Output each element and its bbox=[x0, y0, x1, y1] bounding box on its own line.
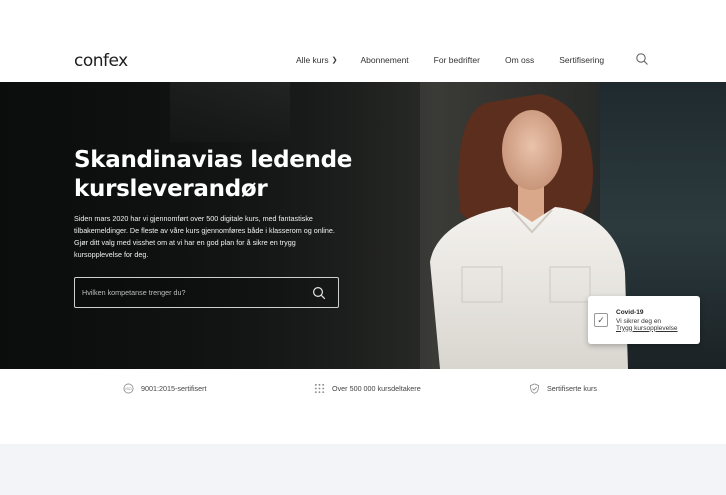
feature-label: Sertifiserte kurs bbox=[547, 384, 597, 393]
checkmark-icon: ✓ bbox=[594, 313, 608, 327]
top-spacer bbox=[0, 0, 726, 42]
main-nav: Alle kurs ❯ Abonnement For bedrifter Om o… bbox=[296, 55, 604, 65]
nav-label: Alle kurs bbox=[296, 55, 329, 65]
covid-title: Covid-19 bbox=[616, 308, 644, 316]
feature-participants: Over 500 000 kursdeltakere bbox=[314, 383, 421, 394]
people-grid-icon bbox=[314, 383, 325, 394]
nav-item-om-oss[interactable]: Om oss bbox=[505, 55, 534, 65]
covid-text: Covid-19 Vi sikrer deg en Trygg kursoppl… bbox=[616, 309, 678, 332]
nav-item-alle-kurs[interactable]: Alle kurs ❯ bbox=[296, 55, 337, 65]
svg-text:ISO: ISO bbox=[125, 387, 131, 391]
iso-badge-icon: ISO bbox=[123, 383, 134, 394]
covid-line: Vi sikrer deg en bbox=[616, 317, 662, 325]
search-icon[interactable] bbox=[635, 52, 649, 66]
logo[interactable]: confex bbox=[74, 51, 128, 71]
feature-iso: ISO 9001:2015-sertifisert bbox=[123, 383, 207, 394]
nav-item-for-bedrifter[interactable]: For bedrifter bbox=[434, 55, 480, 65]
search-icon[interactable] bbox=[312, 286, 326, 300]
feature-certified: Sertifiserte kurs bbox=[529, 383, 597, 394]
nav-item-abonnement[interactable]: Abonnement bbox=[360, 55, 408, 65]
navbar: confex Alle kurs ❯ Abonnement For bedrift… bbox=[0, 42, 726, 82]
covid-info-card[interactable]: ✓ Covid-19 Vi sikrer deg en Trygg kursop… bbox=[588, 296, 700, 344]
shield-check-icon bbox=[529, 383, 540, 394]
feature-label: Over 500 000 kursdeltakere bbox=[332, 384, 421, 393]
features-bar: ISO 9001:2015-sertifisert Over 500 000 k… bbox=[0, 369, 726, 409]
course-search-input[interactable] bbox=[82, 288, 302, 297]
next-section-band bbox=[0, 444, 726, 495]
feature-label: 9001:2015-sertifisert bbox=[141, 384, 207, 393]
hero-title: Skandinavias ledende kursleverandør bbox=[74, 147, 353, 202]
nav-item-sertifisering[interactable]: Sertifisering bbox=[559, 55, 604, 65]
covid-link[interactable]: Trygg kursopplevelse bbox=[616, 325, 678, 332]
chevron-down-icon: ❯ bbox=[331, 57, 338, 64]
hero-description: Siden mars 2020 har vi gjennomført over … bbox=[74, 214, 335, 259]
course-search-box bbox=[74, 277, 339, 308]
